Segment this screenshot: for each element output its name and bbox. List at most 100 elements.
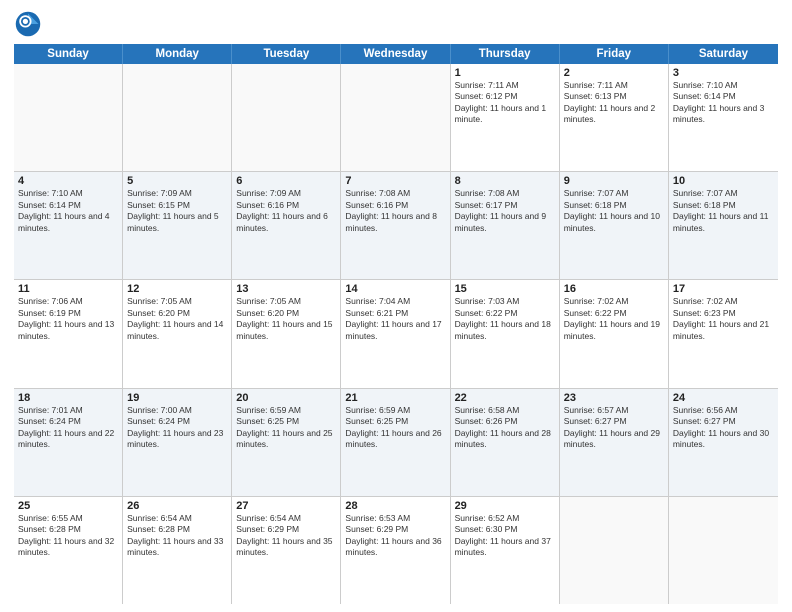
header-day-tuesday: Tuesday: [232, 44, 341, 64]
day-info: Sunrise: 7:05 AM Sunset: 6:20 PM Dayligh…: [236, 296, 336, 342]
day-number: 16: [564, 283, 664, 295]
day-number: 22: [455, 392, 555, 404]
calendar-day-14: 14Sunrise: 7:04 AM Sunset: 6:21 PM Dayli…: [341, 280, 450, 387]
day-number: 10: [673, 175, 774, 187]
day-number: 23: [564, 392, 664, 404]
day-info: Sunrise: 6:57 AM Sunset: 6:27 PM Dayligh…: [564, 405, 664, 451]
day-number: 24: [673, 392, 774, 404]
day-info: Sunrise: 7:04 AM Sunset: 6:21 PM Dayligh…: [345, 296, 445, 342]
day-number: 4: [18, 175, 118, 187]
calendar-day-17: 17Sunrise: 7:02 AM Sunset: 6:23 PM Dayli…: [669, 280, 778, 387]
day-info: Sunrise: 7:07 AM Sunset: 6:18 PM Dayligh…: [673, 188, 774, 234]
calendar-day-8: 8Sunrise: 7:08 AM Sunset: 6:17 PM Daylig…: [451, 172, 560, 279]
day-info: Sunrise: 7:09 AM Sunset: 6:16 PM Dayligh…: [236, 188, 336, 234]
calendar-body: 1Sunrise: 7:11 AM Sunset: 6:12 PM Daylig…: [14, 64, 778, 604]
day-info: Sunrise: 7:02 AM Sunset: 6:22 PM Dayligh…: [564, 296, 664, 342]
calendar-day-11: 11Sunrise: 7:06 AM Sunset: 6:19 PM Dayli…: [14, 280, 123, 387]
day-info: Sunrise: 6:53 AM Sunset: 6:29 PM Dayligh…: [345, 513, 445, 559]
calendar: SundayMondayTuesdayWednesdayThursdayFrid…: [14, 44, 778, 604]
day-number: 19: [127, 392, 227, 404]
header: [14, 10, 778, 38]
day-info: Sunrise: 7:02 AM Sunset: 6:23 PM Dayligh…: [673, 296, 774, 342]
logo-icon: [14, 10, 42, 38]
calendar-empty-cell: [669, 497, 778, 604]
calendar-day-28: 28Sunrise: 6:53 AM Sunset: 6:29 PM Dayli…: [341, 497, 450, 604]
day-info: Sunrise: 6:56 AM Sunset: 6:27 PM Dayligh…: [673, 405, 774, 451]
header-day-thursday: Thursday: [451, 44, 560, 64]
day-info: Sunrise: 6:54 AM Sunset: 6:28 PM Dayligh…: [127, 513, 227, 559]
calendar-day-16: 16Sunrise: 7:02 AM Sunset: 6:22 PM Dayli…: [560, 280, 669, 387]
day-info: Sunrise: 7:03 AM Sunset: 6:22 PM Dayligh…: [455, 296, 555, 342]
day-number: 13: [236, 283, 336, 295]
day-number: 2: [564, 67, 664, 79]
day-number: 18: [18, 392, 118, 404]
calendar-day-19: 19Sunrise: 7:00 AM Sunset: 6:24 PM Dayli…: [123, 389, 232, 496]
day-number: 26: [127, 500, 227, 512]
calendar-day-26: 26Sunrise: 6:54 AM Sunset: 6:28 PM Dayli…: [123, 497, 232, 604]
day-number: 27: [236, 500, 336, 512]
calendar-page: SundayMondayTuesdayWednesdayThursdayFrid…: [0, 0, 792, 612]
calendar-day-24: 24Sunrise: 6:56 AM Sunset: 6:27 PM Dayli…: [669, 389, 778, 496]
day-info: Sunrise: 7:11 AM Sunset: 6:13 PM Dayligh…: [564, 80, 664, 126]
calendar-day-1: 1Sunrise: 7:11 AM Sunset: 6:12 PM Daylig…: [451, 64, 560, 171]
day-info: Sunrise: 7:00 AM Sunset: 6:24 PM Dayligh…: [127, 405, 227, 451]
day-info: Sunrise: 7:08 AM Sunset: 6:17 PM Dayligh…: [455, 188, 555, 234]
calendar-day-29: 29Sunrise: 6:52 AM Sunset: 6:30 PM Dayli…: [451, 497, 560, 604]
day-number: 14: [345, 283, 445, 295]
day-number: 7: [345, 175, 445, 187]
header-day-friday: Friday: [560, 44, 669, 64]
header-day-saturday: Saturday: [669, 44, 778, 64]
header-day-wednesday: Wednesday: [341, 44, 450, 64]
day-info: Sunrise: 7:10 AM Sunset: 6:14 PM Dayligh…: [18, 188, 118, 234]
day-number: 9: [564, 175, 664, 187]
day-info: Sunrise: 6:59 AM Sunset: 6:25 PM Dayligh…: [236, 405, 336, 451]
day-info: Sunrise: 6:55 AM Sunset: 6:28 PM Dayligh…: [18, 513, 118, 559]
calendar-week-3: 11Sunrise: 7:06 AM Sunset: 6:19 PM Dayli…: [14, 280, 778, 388]
calendar-day-6: 6Sunrise: 7:09 AM Sunset: 6:16 PM Daylig…: [232, 172, 341, 279]
calendar-week-4: 18Sunrise: 7:01 AM Sunset: 6:24 PM Dayli…: [14, 389, 778, 497]
day-number: 29: [455, 500, 555, 512]
calendar-empty-cell: [123, 64, 232, 171]
day-number: 8: [455, 175, 555, 187]
calendar-empty-cell: [341, 64, 450, 171]
calendar-day-9: 9Sunrise: 7:07 AM Sunset: 6:18 PM Daylig…: [560, 172, 669, 279]
calendar-empty-cell: [232, 64, 341, 171]
calendar-day-4: 4Sunrise: 7:10 AM Sunset: 6:14 PM Daylig…: [14, 172, 123, 279]
logo: [14, 10, 46, 38]
calendar-day-25: 25Sunrise: 6:55 AM Sunset: 6:28 PM Dayli…: [14, 497, 123, 604]
calendar-day-27: 27Sunrise: 6:54 AM Sunset: 6:29 PM Dayli…: [232, 497, 341, 604]
day-number: 11: [18, 283, 118, 295]
day-number: 5: [127, 175, 227, 187]
calendar-day-23: 23Sunrise: 6:57 AM Sunset: 6:27 PM Dayli…: [560, 389, 669, 496]
day-info: Sunrise: 7:08 AM Sunset: 6:16 PM Dayligh…: [345, 188, 445, 234]
calendar-day-22: 22Sunrise: 6:58 AM Sunset: 6:26 PM Dayli…: [451, 389, 560, 496]
calendar-empty-cell: [14, 64, 123, 171]
calendar-header: SundayMondayTuesdayWednesdayThursdayFrid…: [14, 44, 778, 64]
calendar-day-13: 13Sunrise: 7:05 AM Sunset: 6:20 PM Dayli…: [232, 280, 341, 387]
day-number: 1: [455, 67, 555, 79]
day-number: 3: [673, 67, 774, 79]
day-info: Sunrise: 7:06 AM Sunset: 6:19 PM Dayligh…: [18, 296, 118, 342]
calendar-day-10: 10Sunrise: 7:07 AM Sunset: 6:18 PM Dayli…: [669, 172, 778, 279]
calendar-day-5: 5Sunrise: 7:09 AM Sunset: 6:15 PM Daylig…: [123, 172, 232, 279]
day-info: Sunrise: 7:07 AM Sunset: 6:18 PM Dayligh…: [564, 188, 664, 234]
day-number: 6: [236, 175, 336, 187]
header-day-monday: Monday: [123, 44, 232, 64]
calendar-day-2: 2Sunrise: 7:11 AM Sunset: 6:13 PM Daylig…: [560, 64, 669, 171]
calendar-day-20: 20Sunrise: 6:59 AM Sunset: 6:25 PM Dayli…: [232, 389, 341, 496]
calendar-day-18: 18Sunrise: 7:01 AM Sunset: 6:24 PM Dayli…: [14, 389, 123, 496]
day-number: 12: [127, 283, 227, 295]
day-number: 17: [673, 283, 774, 295]
day-info: Sunrise: 6:59 AM Sunset: 6:25 PM Dayligh…: [345, 405, 445, 451]
calendar-week-1: 1Sunrise: 7:11 AM Sunset: 6:12 PM Daylig…: [14, 64, 778, 172]
calendar-week-5: 25Sunrise: 6:55 AM Sunset: 6:28 PM Dayli…: [14, 497, 778, 604]
calendar-day-12: 12Sunrise: 7:05 AM Sunset: 6:20 PM Dayli…: [123, 280, 232, 387]
day-info: Sunrise: 7:11 AM Sunset: 6:12 PM Dayligh…: [455, 80, 555, 126]
day-number: 20: [236, 392, 336, 404]
day-number: 28: [345, 500, 445, 512]
calendar-empty-cell: [560, 497, 669, 604]
day-number: 25: [18, 500, 118, 512]
day-info: Sunrise: 7:05 AM Sunset: 6:20 PM Dayligh…: [127, 296, 227, 342]
calendar-day-15: 15Sunrise: 7:03 AM Sunset: 6:22 PM Dayli…: [451, 280, 560, 387]
calendar-day-3: 3Sunrise: 7:10 AM Sunset: 6:14 PM Daylig…: [669, 64, 778, 171]
